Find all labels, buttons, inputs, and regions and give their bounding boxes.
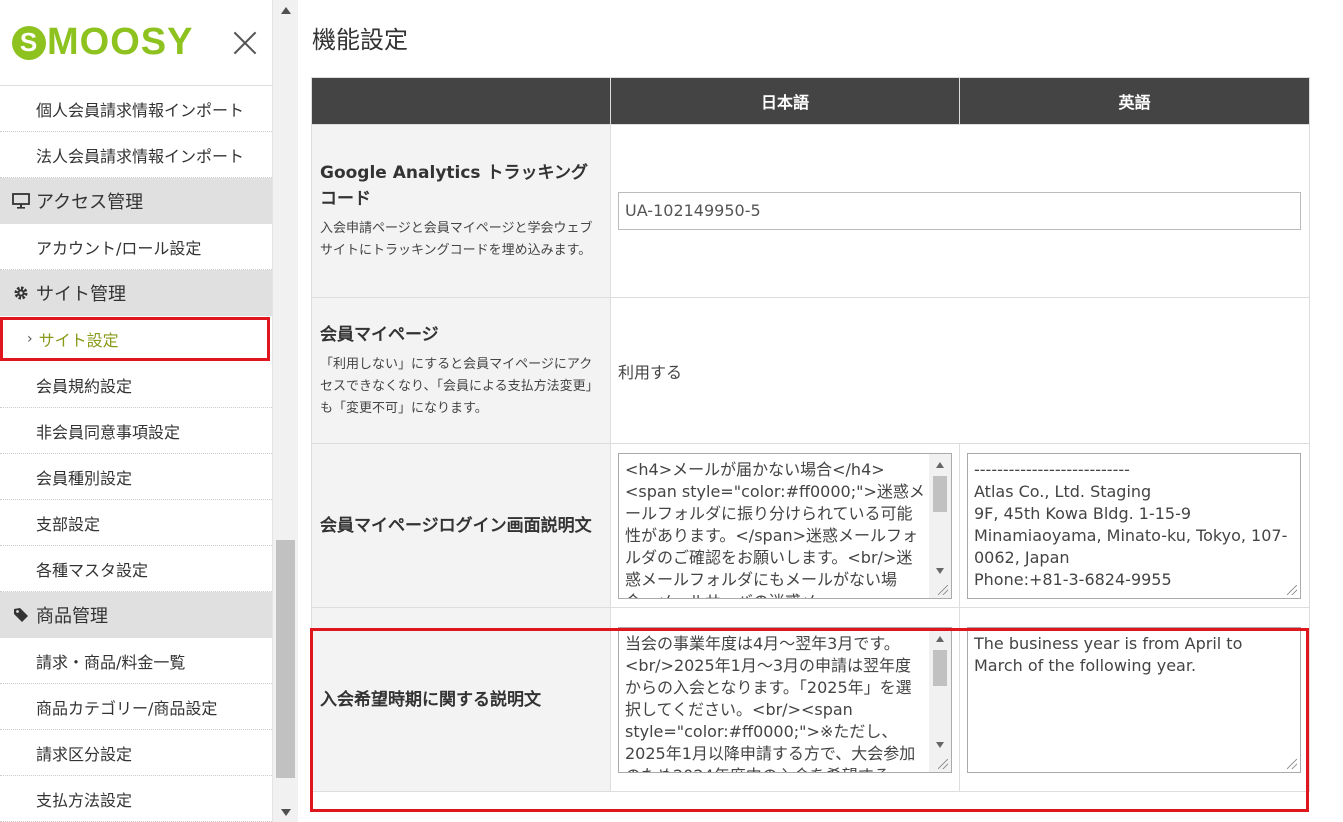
- sidebar-item-label: 非会員同意事項設定: [36, 422, 181, 442]
- login-description-ja-textarea[interactable]: <h4>メールが届かない場合</h4> <span style="color:#…: [618, 452, 952, 599]
- resize-grip-icon[interactable]: [938, 758, 948, 769]
- sidebar-item-label: 請求・商品/料金一覧: [36, 652, 186, 672]
- textarea-scrollbar[interactable]: [929, 627, 951, 772]
- row-label: 入会希望時期に関する説明文: [311, 607, 611, 792]
- row-login-description: 会員マイページログイン画面説明文 <h4>メールが届かない場合</h4> <sp…: [311, 443, 1310, 608]
- page-title: 機能設定: [312, 26, 408, 54]
- row-title: 会員マイページ: [320, 324, 439, 345]
- sidebar-item-member-terms[interactable]: 会員規約設定: [0, 362, 272, 408]
- row-period-description: 入会希望時期に関する説明文 当会の事業年度は4月～翌年3月です。<br/>202…: [311, 607, 1310, 792]
- scroll-down-arrow-icon[interactable]: [929, 562, 951, 580]
- sidebar-item-product-categories[interactable]: 商品カテゴリー/商品設定: [0, 684, 272, 730]
- sidebar-item-site-settings[interactable]: › サイト設定: [0, 317, 270, 361]
- logo-text: MOOSY: [47, 21, 194, 63]
- sidebar-section-label: サイト管理: [36, 284, 126, 305]
- sidebar-item-branches[interactable]: 支部設定: [0, 500, 272, 546]
- sidebar-section-label: アクセス管理: [36, 192, 144, 213]
- row-label: 会員マイページログイン画面説明文: [311, 443, 611, 608]
- sidebar-section-label: 商品管理: [36, 606, 108, 627]
- scroll-down-arrow-icon[interactable]: [929, 736, 951, 754]
- tag-icon: [12, 606, 30, 624]
- sidebar-item-label: 支部設定: [36, 514, 101, 534]
- textarea-content: The business year is from April to March…: [974, 633, 1248, 675]
- sidebar-item-label: 法人会員請求情報インポート: [36, 146, 245, 166]
- sidebar-scrollbar[interactable]: [272, 0, 298, 822]
- main-content: 機能設定 日本語 英語 Google Analytics トラッキングコード 入…: [298, 0, 1343, 822]
- row-title: 入会希望時期に関する説明文: [320, 689, 541, 710]
- logo-s-mark: S: [12, 25, 46, 60]
- textarea-scrollbar[interactable]: [929, 453, 951, 598]
- login-description-en-textarea[interactable]: --------------------------- Atlas Co., L…: [967, 452, 1301, 599]
- sidebar-section-access[interactable]: アクセス管理: [0, 178, 272, 224]
- row-value-en: --------------------------- Atlas Co., L…: [959, 443, 1310, 608]
- resize-grip-icon[interactable]: [938, 584, 948, 595]
- sidebar-section-products[interactable]: 商品管理: [0, 592, 272, 638]
- row-value-en: The business year is from April to March…: [959, 607, 1310, 792]
- sidebar-item-label: サイト設定: [38, 331, 119, 350]
- sidebar-item-masters[interactable]: 各種マスタ設定: [0, 546, 272, 592]
- sidebar-item-label: 支払方法設定: [36, 790, 133, 810]
- sidebar-item-label: 商品カテゴリー/商品設定: [36, 698, 218, 718]
- sidebar-item-payment-methods[interactable]: 支払方法設定: [0, 776, 272, 822]
- gear-icon: [12, 284, 30, 302]
- scrollbar-thumb[interactable]: [933, 475, 947, 512]
- resize-grip-icon[interactable]: [1287, 584, 1297, 595]
- row-label: 会員マイページ 「利用しない」にすると会員マイページにアクセスできなくなり、「会…: [311, 297, 611, 444]
- row-description: 「利用しない」にすると会員マイページにアクセスできなくなり、「会員による支払方法…: [320, 356, 599, 416]
- row-value-ja: <h4>メールが届かない場合</h4> <span style="color:#…: [610, 443, 960, 608]
- row-value-ja: 当会の事業年度は4月～翌年3月です。<br/>2025年1月～3月の申請は翌年度…: [610, 607, 960, 792]
- period-description-ja-textarea[interactable]: 当会の事業年度は4月～翌年3月です。<br/>2025年1月～3月の申請は翌年度…: [618, 626, 952, 773]
- sidebar-item-label: 会員規約設定: [36, 376, 133, 396]
- sidebar: S MOOSY 個人会員請求情報インポート 法人会員請求情報インポート アクセス管…: [0, 0, 272, 822]
- header-japanese: 日本語: [610, 77, 960, 125]
- smoosy-logo[interactable]: S MOOSY: [12, 21, 193, 64]
- scroll-up-arrow-icon[interactable]: [273, 0, 299, 20]
- close-icon[interactable]: [232, 30, 258, 56]
- row-member-mypage: 会員マイページ 「利用しない」にすると会員マイページにアクセスできなくなり、「会…: [311, 297, 1310, 444]
- sidebar-item-individual-billing-import[interactable]: 個人会員請求情報インポート: [0, 86, 272, 132]
- chevron-right-icon: ›: [27, 331, 33, 347]
- sidebar-item-label: 請求区分設定: [36, 744, 133, 764]
- tracking-code-input[interactable]: UA-102149950-5: [618, 192, 1301, 230]
- sidebar-item-corporate-billing-import[interactable]: 法人会員請求情報インポート: [0, 132, 272, 178]
- textarea-content: 当会の事業年度は4月～翌年3月です。<br/>2025年1月～3月の申請は翌年度…: [625, 633, 916, 772]
- sidebar-item-nonmember-consent[interactable]: 非会員同意事項設定: [0, 408, 272, 454]
- row-value: 利用する: [610, 297, 1310, 444]
- header-english: 英語: [959, 77, 1310, 125]
- sidebar-section-site[interactable]: サイト管理: [0, 270, 272, 316]
- scroll-up-arrow-icon[interactable]: [929, 456, 951, 474]
- sidebar-item-label: アカウント/ロール設定: [36, 238, 202, 258]
- row-description: 入会申請ページと会員マイページと学会ウェブサイトにトラッキングコードを埋め込みま…: [320, 221, 593, 258]
- row-title: Google Analytics トラッキングコード: [320, 163, 588, 209]
- app-window: S MOOSY 個人会員請求情報インポート 法人会員請求情報インポート アクセス管…: [0, 0, 1343, 822]
- sidebar-item-billing-categories[interactable]: 請求区分設定: [0, 730, 272, 776]
- header-blank: [311, 77, 611, 125]
- sidebar-item-label: 各種マスタ設定: [36, 560, 149, 580]
- table-header-row: 日本語 英語: [311, 77, 1310, 125]
- scroll-down-arrow-icon[interactable]: [273, 802, 299, 822]
- row-google-analytics: Google Analytics トラッキングコード 入会申請ページと会員マイペ…: [311, 124, 1310, 298]
- sidebar-item-label: 個人会員請求情報インポート: [36, 100, 245, 120]
- monitor-icon: [12, 192, 30, 210]
- row-label: Google Analytics トラッキングコード 入会申請ページと会員マイペ…: [311, 124, 611, 298]
- sidebar-item-member-types[interactable]: 会員種別設定: [0, 454, 272, 500]
- row-title: 会員マイページログイン画面説明文: [320, 515, 592, 536]
- scrollbar-thumb[interactable]: [276, 540, 295, 778]
- row-value: UA-102149950-5: [610, 124, 1310, 298]
- mypage-status-value: 利用する: [618, 362, 683, 382]
- sidebar-item-account-role[interactable]: アカウント/ロール設定: [0, 224, 272, 270]
- sidebar-item-billing-products[interactable]: 請求・商品/料金一覧: [0, 638, 272, 684]
- textarea-content: <h4>メールが届かない場合</h4> <span style="color:#…: [625, 459, 925, 598]
- textarea-content: --------------------------- Atlas Co., L…: [974, 459, 1288, 589]
- resize-grip-icon[interactable]: [1287, 758, 1297, 769]
- period-description-en-textarea[interactable]: The business year is from April to March…: [967, 626, 1301, 773]
- logo-bar: S MOOSY: [0, 0, 272, 86]
- scroll-up-arrow-icon[interactable]: [929, 630, 951, 648]
- sidebar-item-label: 会員種別設定: [36, 468, 133, 488]
- scrollbar-thumb[interactable]: [933, 649, 947, 686]
- settings-table: 日本語 英語 Google Analytics トラッキングコード 入会申請ペー…: [311, 77, 1310, 792]
